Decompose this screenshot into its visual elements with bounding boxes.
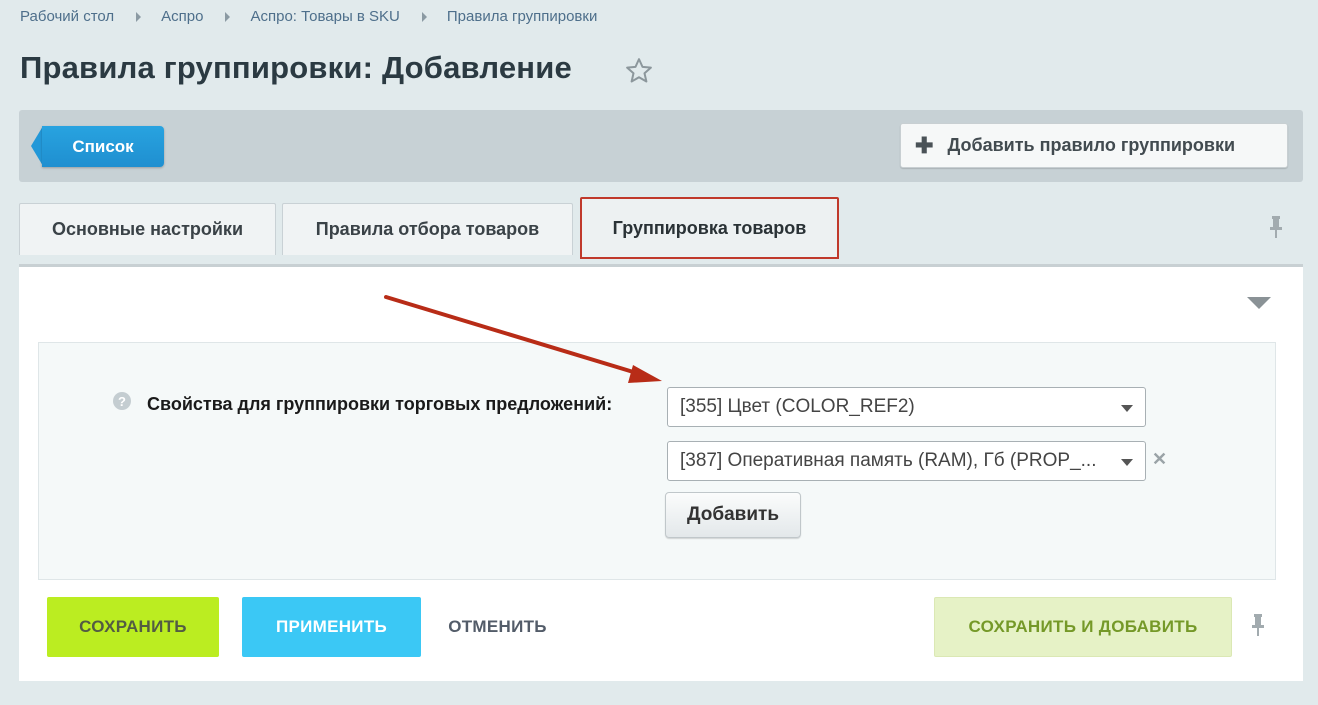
- annotation-arrow: [384, 295, 662, 383]
